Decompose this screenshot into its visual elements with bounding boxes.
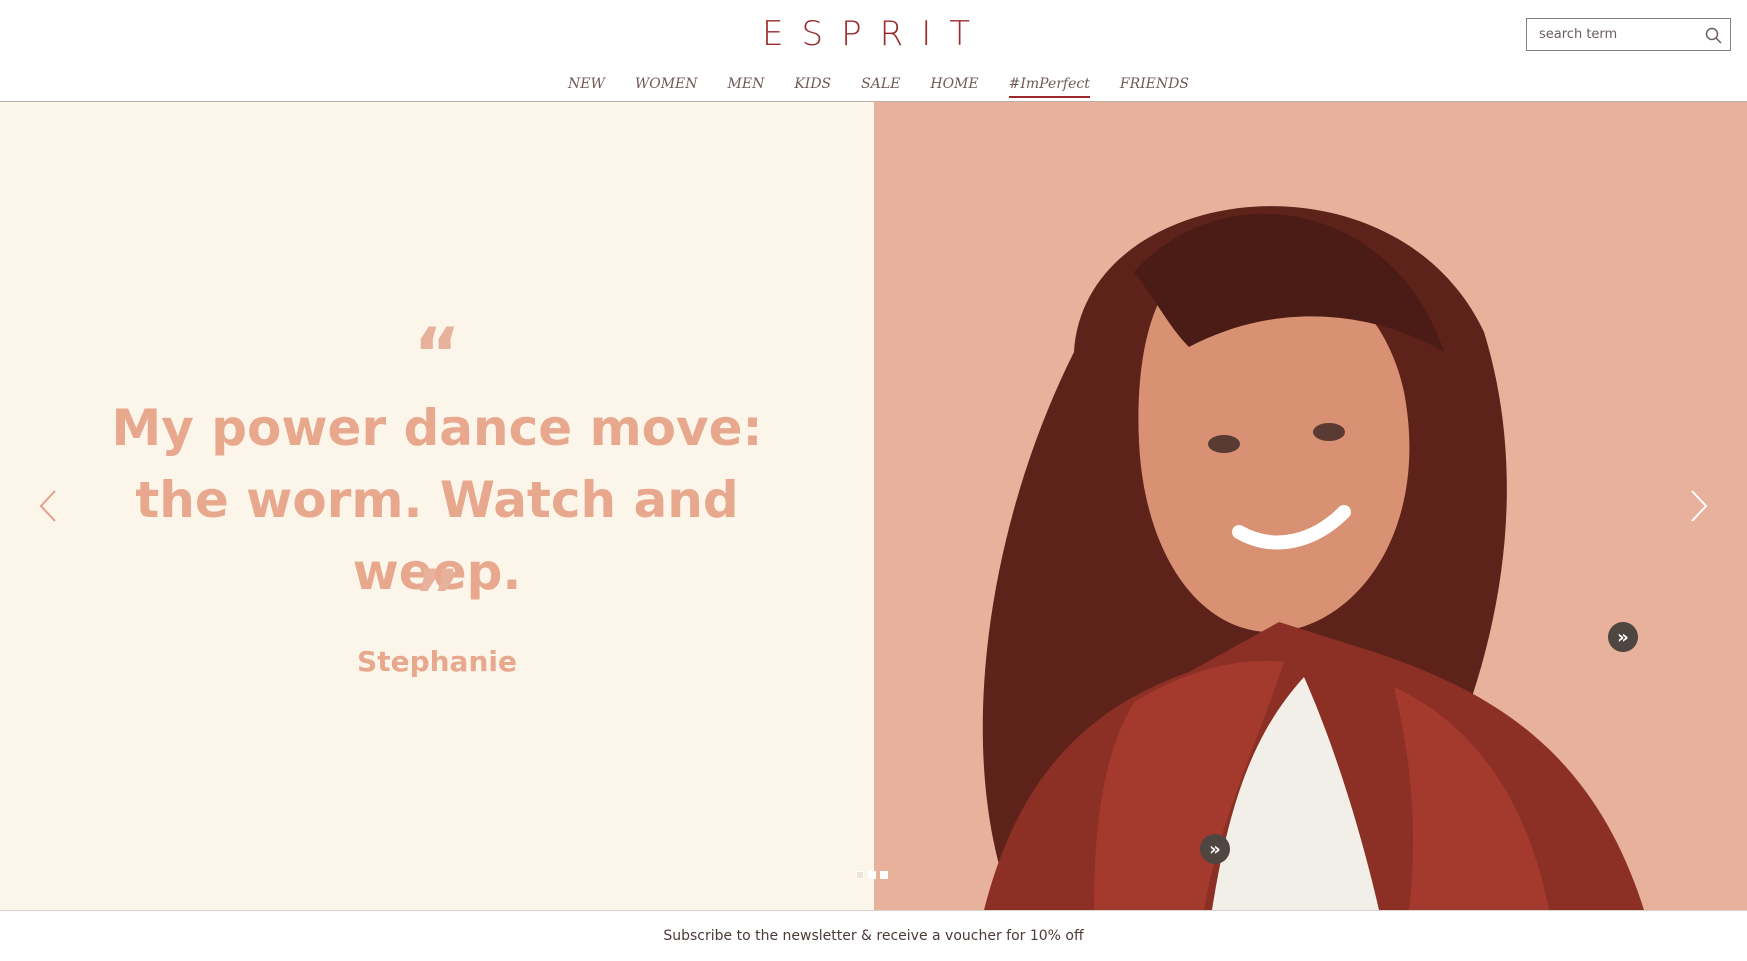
site-header: ESPRIT NEW WOMEN MEN KIDS SALE HOME #ImP… xyxy=(0,0,1747,102)
nav-item-sale[interactable]: SALE xyxy=(861,76,900,92)
nav-item-men[interactable]: MEN xyxy=(728,76,765,92)
carousel-next-button[interactable] xyxy=(1683,486,1715,530)
quote-author: Stephanie xyxy=(357,645,517,678)
carousel-dots xyxy=(850,864,894,886)
search-box[interactable] xyxy=(1526,18,1731,51)
newsletter-text[interactable]: Subscribe to the newsletter & receive a … xyxy=(663,928,1083,944)
nav-item-new[interactable]: NEW xyxy=(568,76,605,92)
hero-photo xyxy=(874,102,1747,910)
nav-item-kids[interactable]: KIDS xyxy=(794,76,831,92)
nav-item-home[interactable]: HOME xyxy=(930,76,978,92)
hero-carousel: “ My power dance move: the worm. Watch a… xyxy=(0,102,1747,910)
double-chevron-right-icon: » xyxy=(1617,626,1629,648)
quote-panel: “ My power dance move: the worm. Watch a… xyxy=(0,102,874,910)
esprit-logo[interactable]: ESPRIT xyxy=(760,10,990,58)
page: ESPRIT NEW WOMEN MEN KIDS SALE HOME #ImP… xyxy=(0,0,1747,961)
search-icon[interactable] xyxy=(1702,25,1726,47)
search-input[interactable] xyxy=(1537,19,1711,50)
open-quote-mark: “ xyxy=(413,312,461,396)
chevron-right-icon xyxy=(1688,488,1710,528)
carousel-dot-1[interactable] xyxy=(856,871,864,879)
nav-item-women[interactable]: WOMEN xyxy=(635,76,698,92)
portrait-illustration xyxy=(874,102,1747,910)
close-quote-mark: ” xyxy=(413,554,461,638)
chevron-left-icon xyxy=(37,488,59,528)
carousel-dot-3[interactable] xyxy=(880,871,888,879)
carousel-dot-2[interactable] xyxy=(868,871,876,879)
double-chevron-right-icon: » xyxy=(1209,838,1221,860)
nav-item-imperfect[interactable]: #ImPerfect xyxy=(1008,76,1091,98)
hero-quote: My power dance move: the worm. Watch and… xyxy=(111,399,763,601)
product-hotspot-jacket[interactable]: » xyxy=(1608,622,1638,652)
nav-item-friends[interactable]: FRIENDS xyxy=(1120,76,1189,92)
product-hotspot-top[interactable]: » xyxy=(1200,834,1230,864)
main-navigation: NEW WOMEN MEN KIDS SALE HOME #ImPerfect … xyxy=(568,76,1189,102)
carousel-prev-button[interactable] xyxy=(32,486,64,530)
newsletter-bar[interactable]: Subscribe to the newsletter & receive a … xyxy=(0,910,1747,961)
